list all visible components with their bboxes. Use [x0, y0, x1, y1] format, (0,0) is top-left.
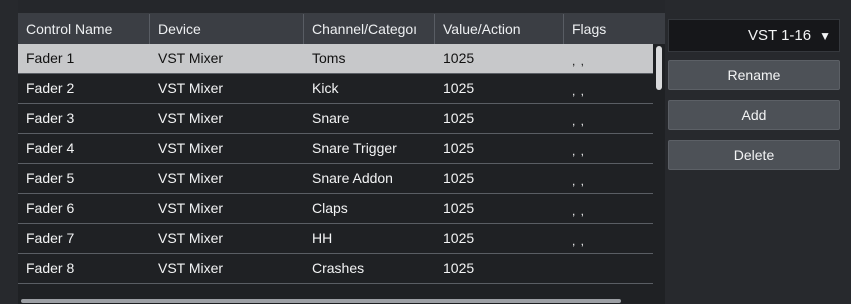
channel-cell: HH	[312, 230, 333, 246]
device-cell: VST Mixer	[158, 230, 224, 246]
column-header-control-name[interactable]: Control Name	[18, 14, 150, 44]
column-header-device[interactable]: Device	[150, 14, 304, 44]
flags-cell	[564, 254, 657, 283]
value-cell: 1025	[443, 50, 475, 66]
device-cell: VST Mixer	[158, 80, 224, 96]
control-name-cell: Fader 3	[26, 110, 75, 126]
flags-cell: , ,	[572, 84, 586, 98]
preset-value: VST 1-16	[748, 27, 812, 44]
preset-dropdown[interactable]: VST 1-16 ▼	[668, 19, 840, 52]
value-cell: 1025	[443, 140, 475, 156]
device-cell: VST Mixer	[158, 50, 224, 66]
device-cell: VST Mixer	[158, 260, 224, 276]
column-header-channel-category[interactable]: Channel/Categoı	[304, 14, 435, 44]
value-cell: 1025	[443, 200, 475, 216]
channel-cell: Toms	[312, 50, 346, 66]
table-row[interactable]: Fader 4 VST Mixer Snare Trigger 1025 , ,	[18, 134, 665, 164]
table-row[interactable]: Fader 8 VST Mixer Crashes 1025	[18, 254, 665, 284]
device-cell: VST Mixer	[158, 170, 224, 186]
triangle-down-icon: ▼	[819, 28, 831, 43]
value-cell: 1025	[443, 80, 475, 96]
table-row[interactable]: Fader 6 VST Mixer Claps 1025 , ,	[18, 194, 665, 224]
control-name-cell: Fader 7	[26, 230, 75, 246]
table-row[interactable]: Fader 2 VST Mixer Kick 1025 , ,	[18, 74, 665, 104]
flags-cell: , ,	[572, 114, 586, 128]
table-row[interactable]: Fader 5 VST Mixer Snare Addon 1025 , ,	[18, 164, 665, 194]
add-button[interactable]: Add	[668, 100, 840, 130]
flags-cell: , ,	[572, 234, 586, 248]
channel-cell: Snare Trigger	[312, 140, 397, 156]
column-header-flags[interactable]: Flags	[564, 14, 657, 44]
horizontal-scrollbar[interactable]	[18, 298, 665, 304]
control-assignment-table: Control Name Device Channel/Categoı Valu…	[18, 0, 665, 304]
flags-cell: , ,	[572, 54, 586, 68]
delete-button[interactable]: Delete	[668, 140, 840, 170]
table-row[interactable]: Fader 7 VST Mixer HH 1025 , ,	[18, 224, 665, 254]
column-header-value-action[interactable]: Value/Action	[435, 14, 564, 44]
control-name-cell: Fader 8	[26, 260, 75, 276]
channel-cell: Kick	[312, 80, 339, 96]
control-name-cell: Fader 2	[26, 80, 75, 96]
channel-cell: Snare Addon	[312, 170, 393, 186]
control-name-cell: Fader 6	[26, 200, 75, 216]
table-header: Control Name Device Channel/Categoı Valu…	[18, 14, 665, 44]
flags-cell: , ,	[572, 204, 586, 218]
table-row[interactable]: Fader 3 VST Mixer Snare 1025 , ,	[18, 104, 665, 134]
control-name-cell: Fader 1	[26, 50, 75, 66]
rename-button[interactable]: Rename	[668, 60, 840, 90]
table-row[interactable]: Fader 1 VST Mixer Toms 1025 , ,	[18, 44, 665, 74]
flags-cell: , ,	[572, 144, 586, 158]
table-body: Fader 1 VST Mixer Toms 1025 , , Fader 2 VST Mi…	[18, 44, 665, 284]
channel-cell: Crashes	[312, 260, 365, 276]
side-panel: VST 1-16 ▼ Rename Add Delete	[668, 0, 851, 304]
flags-cell: , ,	[572, 174, 586, 188]
value-cell: 1025	[443, 170, 475, 186]
control-name-cell: Fader 5	[26, 170, 75, 186]
value-cell: 1025	[443, 230, 475, 246]
control-name-cell: Fader 4	[26, 140, 75, 156]
horizontal-scrollbar-thumb[interactable]	[21, 299, 621, 303]
channel-cell: Claps	[312, 200, 348, 216]
value-cell: 1025	[443, 110, 475, 126]
value-cell: 1025	[443, 260, 475, 276]
device-cell: VST Mixer	[158, 200, 224, 216]
device-cell: VST Mixer	[158, 110, 224, 126]
table-top-strip	[18, 0, 665, 14]
vertical-scrollbar-thumb[interactable]	[656, 46, 662, 90]
device-cell: VST Mixer	[158, 140, 224, 156]
vertical-scrollbar[interactable]	[653, 44, 665, 304]
channel-cell: Snare	[312, 110, 350, 126]
